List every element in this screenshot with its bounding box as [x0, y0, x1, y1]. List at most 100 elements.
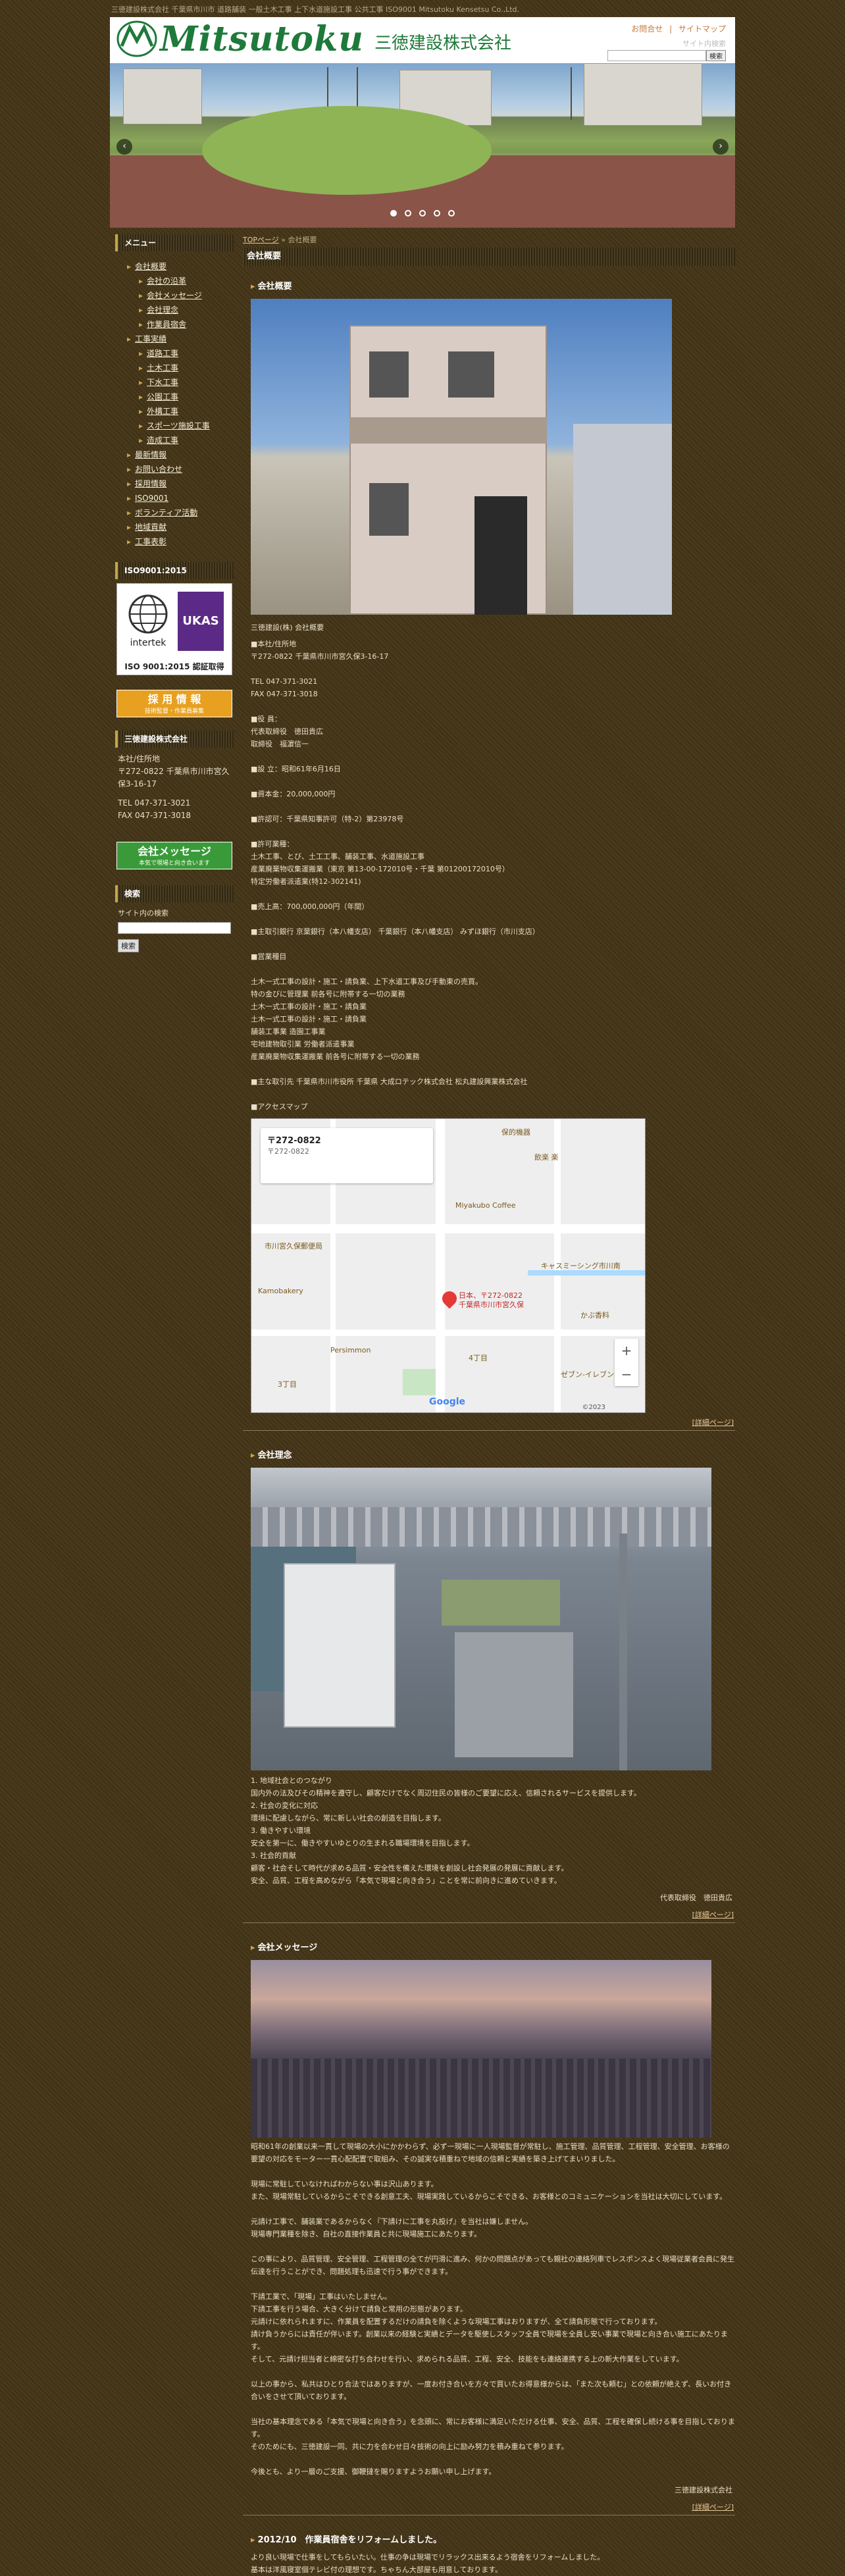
intertek-label: intertek	[130, 638, 167, 648]
sidebar-menu-item[interactable]: 会社の沿革	[127, 274, 234, 288]
sidebar-menu-item[interactable]: 道路工事	[127, 346, 234, 361]
map-copyright: ©2023	[582, 1404, 605, 1411]
address-line: TEL 047-371-3021	[118, 798, 191, 808]
map-card-subtitle: 〒272-0822	[267, 1147, 309, 1156]
sidebar-menu-item[interactable]: 工事実績	[127, 332, 234, 346]
hero-slider: ‹ ›	[110, 63, 735, 228]
contact-link[interactable]: お問合せ	[631, 24, 663, 34]
breadcrumb-separator: »	[281, 236, 286, 244]
section-title: 会社メッセージ	[243, 1940, 735, 1953]
message-body: 昭和61年の創業以来一貫して現場の大小にかかわらず、必ず一現場に一人現場監督が常…	[251, 2142, 735, 2476]
sidebar-search: 検索 サイト内の検索 検索	[115, 885, 234, 952]
company-address-box: 三徳建設株式会社 本社/住所地 〒272-0822 千葉県市川市宮久保3-16-1…	[115, 731, 234, 822]
header-search-input[interactable]	[607, 50, 706, 61]
overview-body: ■本社/住所地 〒272-0822 千葉県市川市宮久保3-16-17 TEL 0…	[251, 640, 540, 1111]
sidebar-search-input[interactable]	[118, 922, 231, 934]
section-company-overview: 会社概要 三徳建設(株) 会社概要 ■本社/住所地 〒272-0822 千葉県市…	[243, 279, 735, 1431]
detail-link[interactable]: [詳細ページ]	[243, 1909, 735, 1920]
sidebar-search-button[interactable]: 検索	[118, 939, 139, 952]
sidebar-menu-item[interactable]: 作業員宿舎	[127, 317, 234, 332]
map-info-card: 〒272-0822 〒272-0822	[261, 1128, 433, 1183]
message-banner-title: 会社メッセージ	[138, 845, 211, 858]
sidebar-menu-item[interactable]: 会社理念	[127, 303, 234, 317]
sidebar-menu-item[interactable]: 採用情報	[127, 477, 234, 491]
sidebar-menu-item[interactable]: スポーツ施設工事	[127, 419, 234, 433]
sidebar-menu-item[interactable]: 工事表彰	[127, 534, 234, 549]
slider-building	[123, 68, 202, 124]
slider-next-button[interactable]: ›	[713, 139, 729, 155]
breadcrumb-top-link[interactable]: TOPページ	[243, 236, 279, 244]
section-company-message: 会社メッセージ 昭和61年の創業以来一貫して現場の大小にかかわらず、必ず一現場に…	[243, 1940, 735, 2515]
map-road	[436, 1119, 445, 1412]
top-tagline: 三徳建設株式会社 千葉県市川市 道路舗装 一般土木工事 上下水道施設工事 公共工…	[111, 5, 520, 14]
map-poi: 市川宮久保郵便局	[265, 1242, 322, 1250]
map-poi: Kamobakery	[258, 1287, 303, 1295]
map-zoom-in-button[interactable]: +	[615, 1339, 638, 1362]
recruit-subtitle: 技術監督・作業員募集	[144, 708, 204, 715]
office-building-photo	[251, 299, 672, 615]
slider-tree	[571, 67, 572, 120]
logo-text: Mitsutoku	[160, 18, 364, 59]
sidebar-menu-item[interactable]: 下水工事	[127, 375, 234, 390]
company-heading: 三徳建設株式会社	[115, 731, 234, 748]
slider-dot[interactable]	[448, 210, 455, 217]
map-poi: 保的機器	[501, 1128, 530, 1137]
message-banner[interactable]: 会社メッセージ 本気で現場と向き合います	[116, 842, 232, 869]
site-header: Mitsutoku 三徳建設株式会社 お問合せ | サイトマップ サイト内検索 …	[110, 17, 735, 63]
search-label: サイト内の検索	[118, 909, 168, 917]
section-title: 会社理念	[243, 1448, 735, 1460]
map-poi: 飲楽 楽	[534, 1153, 559, 1162]
sidebar-menu-item[interactable]: ボランティア活動	[127, 505, 234, 520]
breadcrumb: TOPページ » 会社概要	[243, 234, 735, 247]
breadcrumb-current: 会社概要	[288, 236, 317, 244]
slider-prev-button[interactable]: ‹	[116, 139, 132, 155]
slider-dot[interactable]	[433, 210, 440, 217]
sidebar: メニュー 会社概要会社の沿革会社メッセージ会社理念作業員宿舎工事実績道路工事土木…	[115, 234, 234, 952]
address-lines: 本社/住所地 〒272-0822 千葉県市川市宮久保3-16-17 TEL 047-…	[115, 748, 234, 822]
map-poi: かぶ香料	[580, 1311, 609, 1320]
map-park	[403, 1369, 436, 1395]
iso-caption: ISO 9001:2015 認証取得	[124, 662, 224, 671]
message-signature: 三徳建設株式会社	[675, 2486, 732, 2494]
ukas-logo: UKAS	[178, 592, 224, 651]
sidebar-menu-item[interactable]: 会社概要	[127, 259, 234, 274]
detail-link[interactable]: [詳細ページ]	[243, 1417, 735, 1428]
message-banner-subtitle: 本気で現場と向き合います	[138, 860, 210, 867]
map-poi: キャスミーシング市川南	[541, 1262, 621, 1270]
site-logo[interactable]: Mitsutoku 三徳建設株式会社	[116, 18, 511, 59]
sidebar-menu-item[interactable]: お問い合わせ	[127, 462, 234, 477]
google-logo: Google	[429, 1397, 466, 1407]
sidebar-menu-item[interactable]: 外構工事	[127, 404, 234, 419]
dormitory-body: より良い現場で仕事をしてもらいたい。仕事の争は現場でリラックス出来るよう宿舎をリ…	[251, 2553, 605, 2574]
slider-dot[interactable]	[405, 210, 412, 217]
city-dusk-photo	[251, 1960, 711, 2138]
city-aerial-photo	[251, 1468, 711, 1770]
header-search-button[interactable]: 検索	[706, 50, 726, 61]
slider-dot[interactable]	[390, 210, 397, 217]
section-title: 2012/10 作業員宿舎をリフォームしました。	[243, 2533, 735, 2545]
sidebar-menu-item[interactable]: 造成工事	[127, 433, 234, 448]
iso-heading: ISO9001:2015	[115, 562, 234, 579]
sidebar-menu-item[interactable]: 地域貢献	[127, 520, 234, 534]
sidebar-menu-item[interactable]: ISO9001	[127, 491, 234, 505]
address-line	[115, 790, 234, 797]
slider-dot[interactable]	[419, 210, 426, 217]
address-line: FAX 047-371-3018	[118, 811, 192, 820]
sidebar-menu-item[interactable]: 会社メッセージ	[127, 288, 234, 303]
detail-link[interactable]: [詳細ページ]	[243, 2502, 735, 2512]
divider	[243, 1922, 735, 1923]
menu-heading: メニュー	[115, 234, 234, 251]
sitemap-link[interactable]: サイトマップ	[679, 24, 726, 34]
logo-company-name: 三徳建設株式会社	[374, 33, 511, 53]
map-poi: Miyakubo Coffee	[455, 1201, 516, 1210]
map-zoom-out-button[interactable]: −	[615, 1362, 638, 1386]
slider-building	[584, 63, 702, 126]
sidebar-menu-item[interactable]: 最新情報	[127, 448, 234, 462]
header-links: お問合せ | サイトマップ	[627, 23, 726, 34]
recruit-banner[interactable]: 採 用 情 報 技術監督・作業員募集	[116, 690, 232, 717]
address-line: 〒272-0822 千葉県市川市宮久保3-16-17	[118, 767, 230, 788]
access-map[interactable]: 〒272-0822 〒272-0822 日本、〒272-0822 千葉県市川市宮…	[251, 1118, 646, 1413]
sidebar-menu-item[interactable]: 公園工事	[127, 390, 234, 404]
sidebar-menu-item[interactable]: 土木工事	[127, 361, 234, 375]
iso-certificate-banner[interactable]: intertek UKAS ISO 9001:2015 認証取得	[116, 583, 232, 675]
